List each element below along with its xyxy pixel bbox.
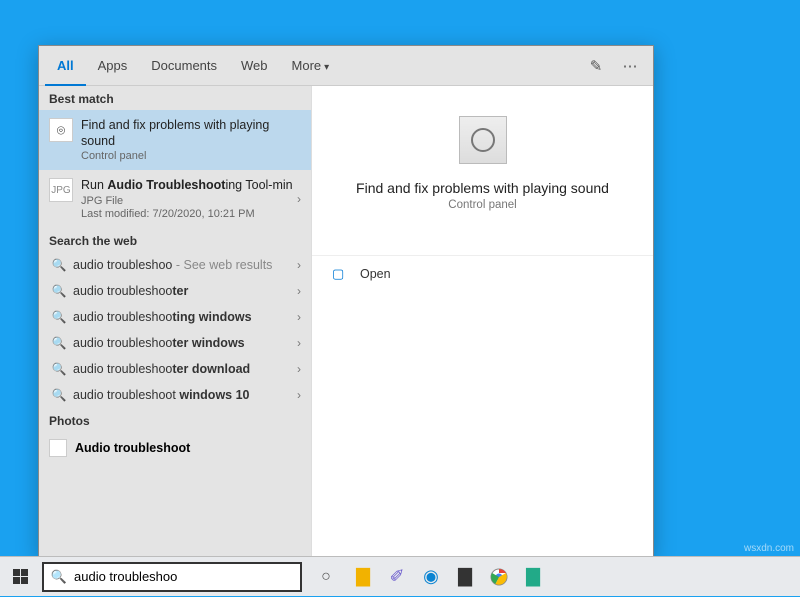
chevron-right-icon[interactable]: › [297,362,301,376]
search-icon: 🔍 [49,258,69,272]
search-results-panel: All Apps Documents Web More▾ ✎ ⋯ Best ma… [38,45,654,557]
web-result[interactable]: 🔍 audio troubleshooting windows › [39,304,311,330]
cortana-button[interactable]: ○ [308,568,344,586]
tab-more[interactable]: More▾ [280,46,342,86]
taskbar-search-box[interactable]: 🔍 [42,562,302,592]
desktop: All Apps Documents Web More▾ ✎ ⋯ Best ma… [0,0,800,596]
chrome-browser-icon[interactable] [482,557,516,597]
web-result[interactable]: 🔍 audio troubleshoot windows 10 › [39,382,311,408]
search-input[interactable] [74,564,300,590]
search-icon: 🔍 [49,284,69,298]
section-best-match: Best match [39,86,311,110]
result-best-match[interactable]: ⌾ Find and fix problems with playing sou… [39,110,311,170]
chevron-right-icon[interactable]: › [297,336,301,350]
snip-sketch-icon[interactable]: ✐ [380,557,414,597]
search-filter-tabs: All Apps Documents Web More▾ ✎ ⋯ [39,46,653,86]
photo-thumb-icon [49,439,67,457]
search-icon: 🔍 [49,388,69,402]
web-result[interactable]: 🔍 audio troubleshooter download › [39,356,311,382]
web-result[interactable]: 🔍 audio troubleshooter windows › [39,330,311,356]
result-title: Find and fix problems with playing sound [81,118,301,149]
tab-apps[interactable]: Apps [86,46,140,86]
start-button[interactable] [0,557,40,597]
search-icon: 🔍 [44,569,74,585]
action-open[interactable]: ▢ Open [312,256,653,292]
section-search-web: Search the web [39,228,311,252]
taskbar: 🔍 ○ ▇ ✐ ◉ ▇ ▇ [0,556,800,596]
result-subtitle: Control panel [81,150,301,162]
result-preview-pane: Find and fix problems with playing sound… [311,86,653,556]
watermark: wsxdn.com [744,543,794,554]
preview-subtitle: Control panel [332,199,633,211]
results-list: Best match ⌾ Find and fix problems with … [39,86,311,556]
file-explorer-icon[interactable]: ▇ [346,557,380,597]
feedback-icon[interactable]: ✎ [579,57,613,75]
chrome-logo-icon [490,568,508,586]
chevron-right-icon[interactable]: › [297,310,301,324]
search-icon: 🔍 [49,336,69,350]
result-title: Run Audio Troubleshooting Tool-min [81,178,301,194]
tab-all[interactable]: All [45,46,86,86]
web-result[interactable]: 🔍 audio troubleshoo - See web results › [39,252,311,278]
tab-web[interactable]: Web [229,46,280,86]
tab-documents[interactable]: Documents [139,46,229,86]
panel-body: Best match ⌾ Find and fix problems with … [39,86,653,556]
control-panel-icon: ⌾ [49,118,73,142]
preview-icon [459,116,507,164]
app-icon-dark[interactable]: ▇ [448,557,482,597]
section-photos: Photos [39,408,311,432]
chevron-right-icon[interactable]: › [297,258,301,272]
chevron-down-icon: ▾ [324,62,329,73]
search-icon: 🔍 [49,310,69,324]
action-open-label: Open [360,267,391,281]
chevron-right-icon[interactable]: › [297,388,301,402]
web-result[interactable]: 🔍 audio troubleshooter › [39,278,311,304]
result-file[interactable]: JPG Run Audio Troubleshooting Tool-min J… [39,170,311,228]
more-options-icon[interactable]: ⋯ [613,57,647,75]
edge-browser-icon[interactable]: ◉ [414,557,448,597]
photo-result[interactable]: Audio troubleshoot [39,432,311,464]
chevron-right-icon[interactable]: › [297,192,301,206]
result-modified: Last modified: 7/20/2020, 10:21 PM [81,208,301,220]
open-icon: ▢ [332,266,350,282]
preview-title: Find and fix problems with playing sound [332,180,633,196]
taskbar-pinned-apps: ▇ ✐ ◉ ▇ ▇ [346,557,550,597]
image-file-icon: JPG [49,178,73,202]
result-filetype: JPG File [81,195,301,207]
search-icon: 🔍 [49,362,69,376]
windows-logo-icon [13,569,28,584]
preview-actions: ▢ Open [312,255,653,292]
app-icon-teal[interactable]: ▇ [516,557,550,597]
chevron-right-icon[interactable]: › [297,284,301,298]
photo-label: Audio troubleshoot [75,441,190,455]
